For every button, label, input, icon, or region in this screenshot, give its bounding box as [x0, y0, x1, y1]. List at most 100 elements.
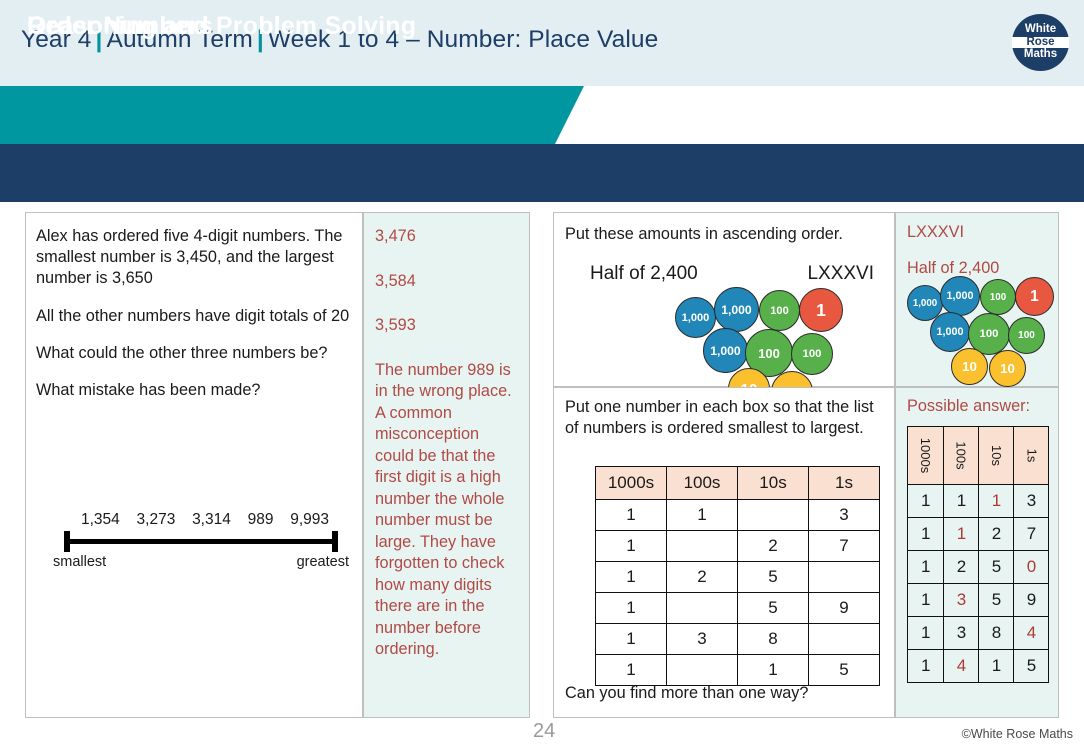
- question-1-text: Alex has ordered five 4-digit numbers. T…: [36, 226, 354, 401]
- column-header-100s: 100s: [666, 466, 738, 500]
- answer-table-cell-filled: 1: [943, 517, 980, 551]
- answer-table-row: 1384: [906, 616, 1050, 650]
- answer-column-header-1000s: 1000s: [906, 426, 945, 485]
- table-cell-empty[interactable]: [808, 561, 880, 593]
- number-line-tick-right: [332, 531, 338, 552]
- answer-panel-1: 3,476 3,584 3,593 The number 989 is in t…: [363, 212, 530, 718]
- answer-table-cell-filled: 4: [1013, 616, 1050, 650]
- question-1-paragraph: Alex has ordered five 4-digit numbers. T…: [36, 227, 343, 288]
- answer-table-row: 1127: [906, 517, 1050, 551]
- question-3-instruction: Put one number in each box so that the l…: [565, 398, 874, 438]
- section-banner-label: Reasoning and Problem Solving: [27, 12, 417, 40]
- counter-10: 10: [989, 350, 1026, 387]
- table-cell[interactable]: 1: [666, 499, 738, 531]
- table-cell[interactable]: 2: [666, 561, 738, 593]
- table-cell[interactable]: 1: [737, 654, 809, 686]
- amount-lxxxvi: LXXXVI: [807, 263, 874, 284]
- answer-table-cell: 5: [978, 550, 1015, 584]
- answer-3-title: Possible answer:: [907, 397, 1031, 415]
- table-row: 115: [595, 654, 880, 686]
- table-cell[interactable]: 5: [808, 654, 880, 686]
- answer-1-number: 3,593: [375, 316, 416, 334]
- table-cell-empty[interactable]: [666, 592, 738, 624]
- counter-1000: 1,000: [940, 276, 980, 316]
- table-cell[interactable]: 2: [737, 530, 809, 562]
- table-cell-empty[interactable]: [666, 654, 738, 686]
- table-cell[interactable]: 1: [595, 499, 667, 531]
- answer-table-row: 1415: [906, 649, 1050, 683]
- table-cell[interactable]: 1: [595, 654, 667, 686]
- table-cell-empty[interactable]: [666, 530, 738, 562]
- table-cell-empty[interactable]: [737, 499, 809, 531]
- question-panel-1: Alex has ordered five 4-digit numbers. T…: [25, 212, 363, 718]
- counter-100: 100: [791, 333, 833, 375]
- table-cell[interactable]: 1: [595, 561, 667, 593]
- table-cell[interactable]: 8: [737, 623, 809, 655]
- table-cell[interactable]: 3: [666, 623, 738, 655]
- place-value-table: 1000s 100s 10s 1s 113127125159138115: [595, 466, 880, 686]
- answer-table-cell: 1: [906, 484, 945, 518]
- answer-column-header-1s: 1s: [1013, 426, 1050, 485]
- number-line-tick-left: [64, 531, 70, 552]
- answer-table-cell-filled: 0: [1013, 550, 1050, 584]
- table-cell[interactable]: 1: [595, 592, 667, 624]
- number-line-value: 9,993: [290, 511, 329, 528]
- question-2-amounts: Half of 2,400 LXXXVI: [590, 263, 880, 285]
- counter-1000: 1,000: [703, 328, 748, 373]
- table-cell[interactable]: 9: [808, 592, 880, 624]
- question-1-paragraph: What could the other three numbers be?: [36, 343, 328, 362]
- answer-table-cell: 8: [978, 616, 1015, 650]
- counter-1: 1: [1015, 277, 1054, 316]
- answer-table-row: 1250: [906, 550, 1050, 584]
- table-cell[interactable]: 5: [737, 592, 809, 624]
- table-header-row: 1000s 100s 10s 1s: [595, 466, 880, 500]
- page-number: 24: [533, 720, 556, 742]
- answer-1-number: 3,584: [375, 271, 416, 290]
- answer-table-row: 1113: [906, 484, 1050, 518]
- answer-table-cell: 1: [906, 583, 945, 617]
- logo-line-maths: Maths: [1023, 48, 1058, 61]
- question-panel-3: Put one number in each box so that the l…: [553, 387, 895, 718]
- table-cell-empty[interactable]: [808, 623, 880, 655]
- answer-2-line-half-of-2400: Half of 2,400: [907, 258, 1000, 277]
- counter-10: 10: [951, 348, 988, 385]
- number-line-bar: [56, 531, 346, 552]
- question-panel-2: Put these amounts in ascending order. Ha…: [553, 212, 895, 413]
- table-row: 1 59: [595, 592, 880, 624]
- logo-line-rose: Rose: [1012, 36, 1069, 49]
- table-cell[interactable]: 5: [737, 561, 809, 593]
- number-line-end-labels: smallest greatest: [51, 554, 351, 570]
- number-line-axis: [64, 539, 338, 544]
- counter-100: 100: [759, 290, 800, 331]
- table-cell[interactable]: 1: [595, 623, 667, 655]
- number-line: 1,354 3,273 3,314 989 9,993 smallest gre…: [51, 511, 351, 570]
- answer-panel-3: Possible answer: 1000s 100s 10s 1s 11131…: [895, 387, 1059, 718]
- answer-table-cell: 5: [978, 583, 1015, 617]
- answer-table-cell: 3: [943, 616, 980, 650]
- answer-column-header-100s: 100s: [943, 426, 980, 485]
- number-line-values: 1,354 3,273 3,314 989 9,993: [51, 511, 351, 529]
- question-3-footer: Can you find more than one way?: [565, 684, 809, 702]
- number-line-value: 3,273: [136, 511, 176, 528]
- answer-table-cell: 1: [906, 649, 945, 683]
- amount-half-of-2400: Half of 2,400: [590, 263, 698, 284]
- column-header-10s: 10s: [737, 466, 809, 500]
- question-1-paragraph: All the other numbers have digit totals …: [36, 306, 350, 325]
- table-cell[interactable]: 7: [808, 530, 880, 562]
- answer-table-cell-filled: 4: [943, 649, 980, 683]
- counter-1: 1: [799, 288, 843, 332]
- counter-1000: 1,000: [714, 287, 759, 332]
- copyright-notice: ©White Rose Maths: [961, 727, 1073, 741]
- answer-table-cell: 5: [1013, 649, 1050, 683]
- answer-table-cell: 1: [906, 616, 945, 650]
- counter-100: 100: [1008, 317, 1045, 354]
- answer-column-header-10s: 10s: [978, 426, 1015, 485]
- answer-2-line-lxxxvi: LXXXVI: [907, 223, 965, 241]
- table-cell[interactable]: 3: [808, 499, 880, 531]
- answer-table-cell: 1: [978, 649, 1015, 683]
- answer-table-cell: 9: [1013, 583, 1050, 617]
- answer-table-cell: 1: [906, 550, 945, 584]
- answer-panel-2: LXXXVI Half of 2,400 1,000 1,000 100 1 1,000…: [895, 212, 1059, 387]
- answer-1-number: 3,476: [375, 227, 416, 245]
- table-cell[interactable]: 1: [595, 530, 667, 562]
